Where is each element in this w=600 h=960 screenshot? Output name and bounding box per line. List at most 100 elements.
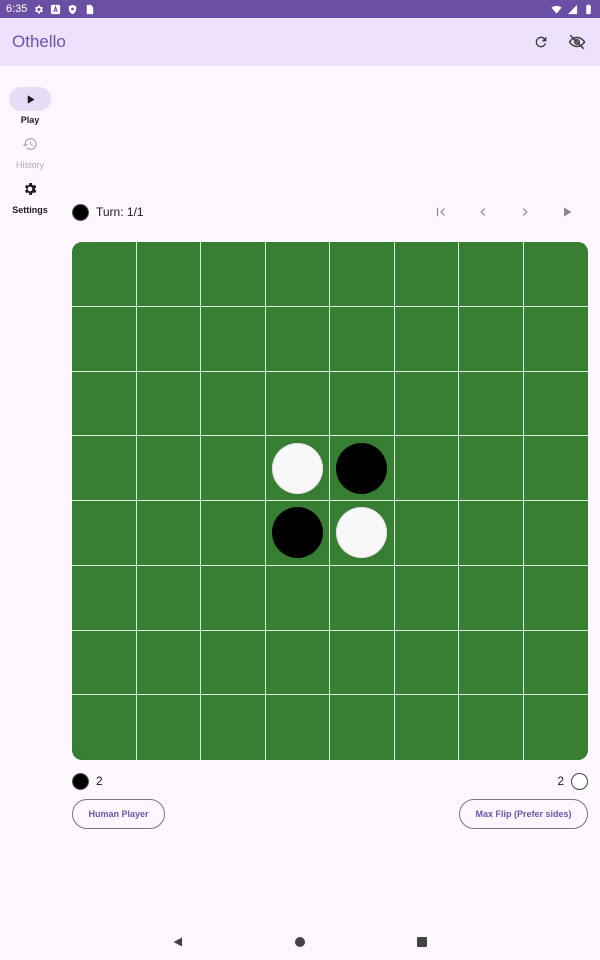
board-cell[interactable] [459, 695, 524, 760]
board-cell[interactable] [266, 695, 330, 760]
board-cell[interactable] [265, 306, 330, 372]
board-cell[interactable] [394, 436, 459, 501]
signal-icon [567, 4, 578, 14]
board-cell[interactable] [136, 436, 201, 501]
gear-icon [24, 183, 37, 195]
chevron-right-icon[interactable] [504, 201, 546, 223]
board-cell[interactable] [201, 501, 266, 566]
board-cell[interactable] [136, 630, 201, 696]
board-cell[interactable] [330, 695, 395, 760]
board-cell[interactable] [265, 371, 330, 437]
board-cell[interactable] [394, 565, 459, 631]
board-cell[interactable] [72, 242, 137, 307]
board-cell[interactable] [201, 306, 266, 372]
board-cell[interactable] [459, 630, 524, 696]
black-score: 2 [96, 774, 103, 788]
board-cell[interactable] [201, 436, 266, 501]
board-cell[interactable] [394, 306, 459, 372]
rail-item-play[interactable]: Play [0, 87, 60, 125]
board-cell[interactable] [523, 436, 588, 501]
first-page-icon[interactable] [420, 201, 462, 223]
board-cell[interactable] [459, 565, 524, 631]
board-cell[interactable] [265, 242, 330, 307]
app-bar: Othello [0, 18, 600, 66]
board-cell[interactable] [330, 565, 395, 631]
black-disc [271, 507, 323, 559]
board-cell[interactable] [265, 501, 330, 566]
board-cell[interactable] [72, 306, 137, 372]
board-cell[interactable] [459, 242, 524, 307]
board-cell[interactable] [523, 501, 588, 566]
sim-card-icon [87, 4, 94, 14]
status-time: 6:35 [6, 3, 28, 15]
board-cell[interactable] [459, 501, 524, 566]
board-cell[interactable] [136, 306, 201, 372]
gear-icon [35, 4, 44, 14]
board-cell[interactable] [265, 436, 330, 501]
history-icon [22, 138, 37, 150]
rail-item-history[interactable]: History [0, 132, 60, 170]
board-cell[interactable] [137, 695, 201, 760]
play-icon[interactable] [546, 201, 588, 223]
board-cell[interactable] [265, 630, 330, 696]
turn-row: Turn: 1/1 [72, 201, 588, 223]
back-icon[interactable] [117, 924, 239, 960]
board-cell[interactable] [395, 695, 459, 760]
recents-icon[interactable] [361, 924, 483, 960]
board-cell[interactable] [330, 630, 395, 696]
white-disc [336, 507, 388, 559]
board-cell[interactable] [72, 501, 137, 566]
board-cell[interactable] [523, 566, 588, 631]
board-cell[interactable] [72, 436, 137, 501]
board-cell[interactable] [523, 372, 588, 437]
board-cell[interactable] [72, 565, 137, 631]
board-cell[interactable] [330, 242, 395, 307]
black-score-disc [72, 772, 89, 790]
board-cell[interactable] [459, 371, 524, 437]
board-cell[interactable] [72, 630, 137, 696]
board-cell[interactable] [265, 565, 330, 631]
app-title: Othello [12, 32, 66, 51]
board-cell[interactable] [394, 371, 459, 437]
status-bar: 6:35 [0, 0, 600, 18]
rail-label-play: Play [20, 115, 40, 125]
board-cell[interactable] [330, 501, 395, 566]
board-cell[interactable] [394, 630, 459, 696]
turn-text: Turn: 1/1 [96, 205, 144, 219]
board-cell[interactable] [523, 242, 588, 307]
chevron-left-icon[interactable] [462, 201, 504, 223]
board-cell[interactable] [136, 371, 201, 437]
home-icon[interactable] [239, 924, 361, 960]
history-navigation [420, 201, 588, 223]
black-disc [336, 442, 388, 494]
board-cell[interactable] [201, 371, 266, 437]
othello-board [72, 242, 588, 760]
black-player-button[interactable]: Human Player [72, 799, 165, 829]
board-cell[interactable] [72, 371, 137, 437]
board-cell[interactable] [201, 242, 266, 307]
white-player-button[interactable]: Max Flip (Prefer sides) [459, 799, 588, 829]
board-cell[interactable] [459, 436, 524, 501]
board-cell[interactable] [136, 501, 201, 566]
board-cell[interactable] [524, 695, 589, 760]
board-cell[interactable] [394, 242, 459, 307]
board-cell[interactable] [136, 565, 201, 631]
board-cell[interactable] [523, 307, 588, 372]
board-cell[interactable] [330, 371, 395, 437]
eye-off-icon[interactable] [566, 31, 588, 53]
board-cell[interactable] [201, 630, 266, 696]
board-cell[interactable] [523, 631, 588, 696]
board-cell[interactable] [201, 695, 266, 760]
board-cell[interactable] [72, 695, 137, 760]
board-cell[interactable] [330, 306, 395, 372]
board-cell[interactable] [459, 306, 524, 372]
white-score: 2 [557, 774, 564, 788]
refresh-icon[interactable] [530, 31, 552, 53]
battery-icon [586, 3, 591, 14]
rail-item-settings[interactable]: Settings [0, 177, 60, 215]
rail-label-history: History [15, 160, 44, 170]
board-cell[interactable] [201, 565, 266, 631]
board-cell[interactable] [330, 436, 395, 501]
board-cell[interactable] [136, 242, 201, 307]
board-cell[interactable] [394, 501, 459, 566]
